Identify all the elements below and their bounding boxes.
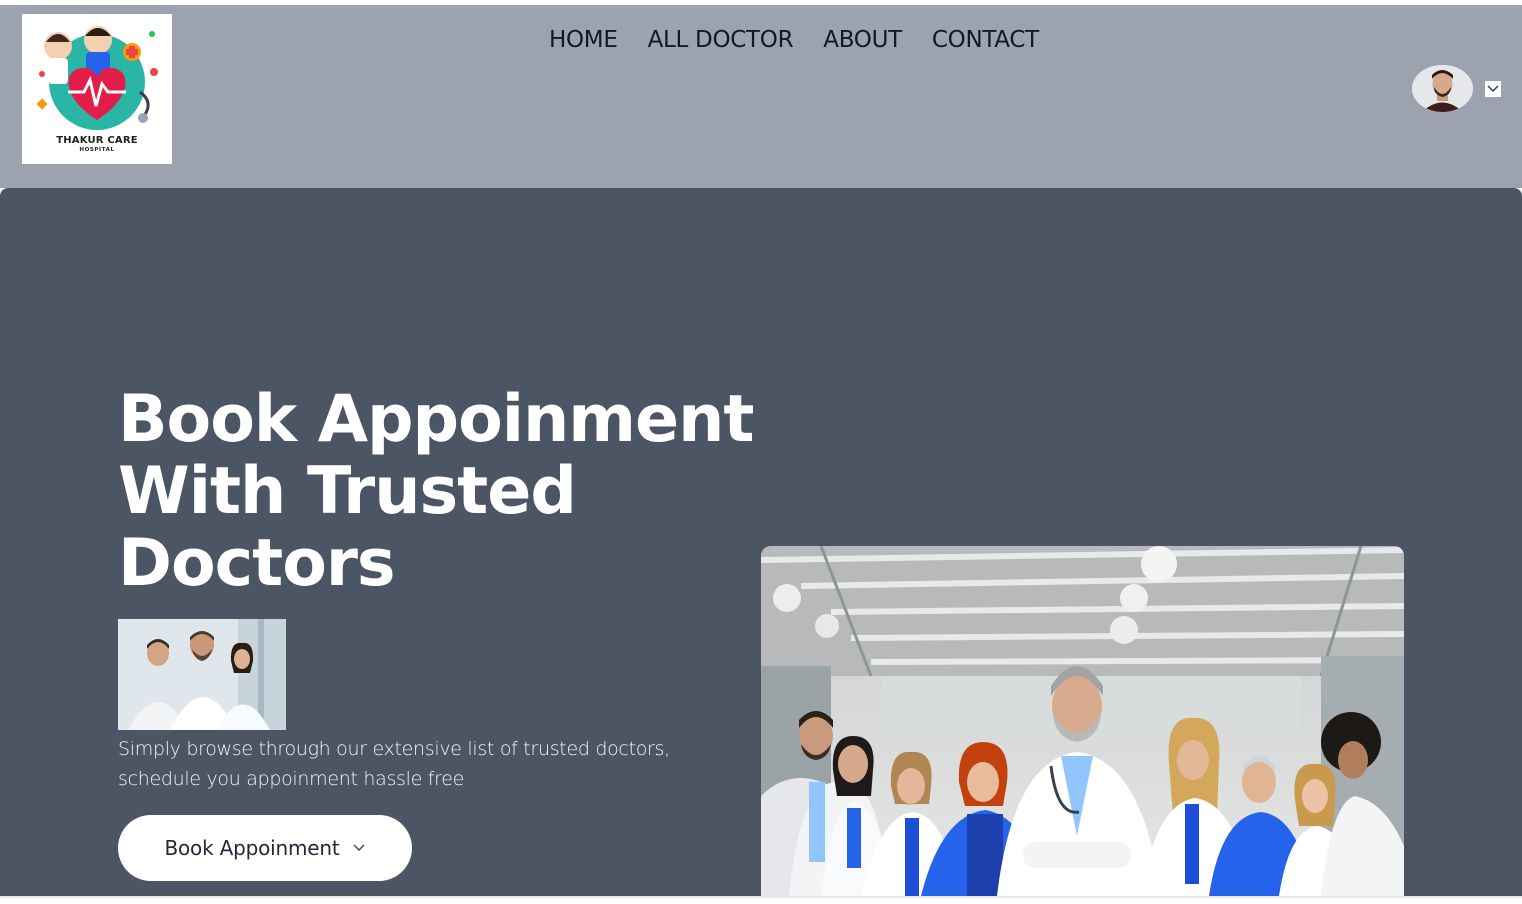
- doctors-team-photo: [761, 546, 1404, 896]
- hero-title-line2: With Trusted: [118, 454, 577, 529]
- nav-home[interactable]: HOME: [549, 27, 618, 53]
- hero-title: Book Appoinment With Trusted Doctors: [118, 384, 758, 600]
- bottom-strip: [0, 896, 1522, 904]
- logo-name: THAKUR CARE: [56, 135, 138, 146]
- nav-contact[interactable]: CONTACT: [932, 27, 1039, 53]
- doctors-group-thumbnail: [118, 619, 286, 730]
- hero-title-line3: Doctors: [118, 526, 396, 601]
- profile-menu[interactable]: [1412, 65, 1501, 112]
- hospital-heart-logo-icon: [36, 26, 158, 130]
- book-appointment-label: Book Appoinment: [164, 836, 340, 860]
- hero-description: Simply browse through our extensive list…: [118, 734, 678, 794]
- user-avatar[interactable]: [1412, 65, 1473, 112]
- main-nav: HOME ALL DOCTOR ABOUT CONTACT: [549, 27, 1039, 53]
- hero-description-line1: Simply browse through our extensive list…: [118, 738, 670, 760]
- hospital-logo[interactable]: THAKUR CARE HOSPITAL: [22, 14, 172, 164]
- nav-about[interactable]: ABOUT: [823, 27, 902, 53]
- hero-section: Book Appoinment With Trusted Doctors Sim…: [0, 188, 1522, 896]
- logo-subtitle: HOSPITAL: [79, 147, 115, 153]
- hero-description-line2: schedule you appoinment hassle free: [118, 768, 465, 790]
- nav-all-doctor[interactable]: ALL DOCTOR: [648, 27, 794, 53]
- hero-title-line1: Book Appoinment: [118, 382, 754, 457]
- navbar: THAKUR CARE HOSPITAL HOME ALL DOCTOR ABO…: [0, 5, 1522, 188]
- book-appointment-button[interactable]: Book Appoinment: [118, 815, 412, 881]
- chevron-down-icon[interactable]: [1485, 80, 1501, 97]
- chevron-down-icon: [353, 844, 365, 851]
